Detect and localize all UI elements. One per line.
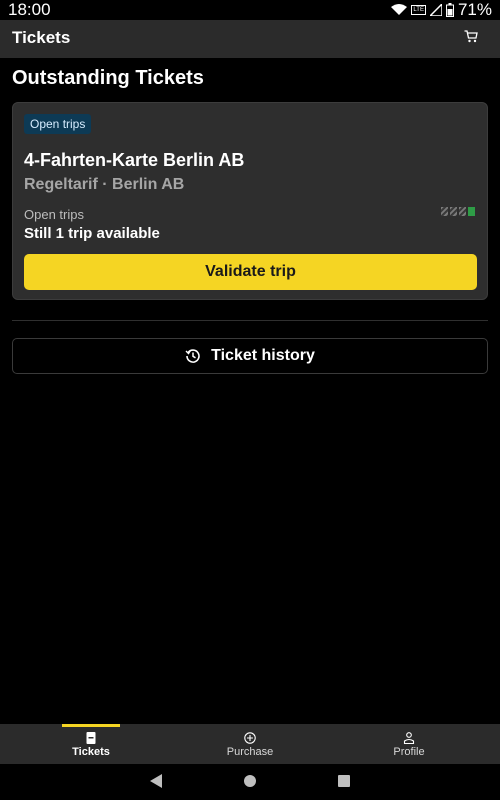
ticket-subtitle: Regeltarif · Berlin AB xyxy=(24,176,185,193)
active-tab-indicator xyxy=(62,724,120,727)
history-icon xyxy=(185,349,200,363)
nav-tab-tickets[interactable]: Tickets xyxy=(31,724,151,764)
divider xyxy=(12,320,488,321)
trip-available-indicator xyxy=(468,207,475,216)
ticket-title: 4-Fahrten-Karte Berlin AB xyxy=(24,150,245,170)
status-time: 18:00 xyxy=(8,0,51,19)
trips-available: Still 1 trip available xyxy=(24,225,160,242)
ticket-history-label: Ticket history xyxy=(211,347,315,364)
wifi-icon xyxy=(391,4,408,15)
plus-circle-icon xyxy=(244,732,256,744)
nav-label-purchase: Purchase xyxy=(226,746,274,758)
status-badge: Open trips xyxy=(24,114,92,134)
cart-icon[interactable] xyxy=(464,30,478,43)
ticket-card[interactable]: Open trips 4-Fahrten-Karte Berlin AB Reg… xyxy=(12,102,488,300)
home-icon[interactable] xyxy=(243,774,257,788)
nav-label-profile: Profile xyxy=(393,746,425,758)
nav-label-tickets: Tickets xyxy=(72,746,110,758)
battery-icon xyxy=(445,3,454,17)
bottom-navigation: Tickets Purchase Profile xyxy=(0,724,500,764)
battery-percent: 71% xyxy=(457,0,492,19)
trip-used-indicator xyxy=(459,207,466,216)
status-bar: 18:00 LTE 71% xyxy=(0,0,500,20)
ticket-icon xyxy=(86,732,96,744)
section-title: Outstanding Tickets xyxy=(12,67,204,89)
person-icon xyxy=(403,732,415,744)
nav-tab-purchase[interactable]: Purchase xyxy=(190,724,310,764)
trip-used-indicator xyxy=(450,207,457,216)
system-navigation-bar xyxy=(0,764,500,800)
network-label: LTE xyxy=(411,5,426,15)
back-icon[interactable] xyxy=(150,774,162,788)
validate-trip-button[interactable]: Validate trip xyxy=(24,254,477,290)
trip-used-indicator xyxy=(441,207,448,216)
trip-indicators xyxy=(441,207,475,216)
nav-tab-profile[interactable]: Profile xyxy=(349,724,469,764)
page-title: Tickets xyxy=(12,28,71,47)
app-bar: Tickets xyxy=(0,20,500,58)
ticket-history-button[interactable]: Ticket history xyxy=(12,338,488,374)
status-icons: LTE 71% xyxy=(391,0,492,20)
signal-icon xyxy=(429,4,442,16)
recents-icon[interactable] xyxy=(338,774,350,788)
trips-label: Open trips xyxy=(24,207,84,222)
